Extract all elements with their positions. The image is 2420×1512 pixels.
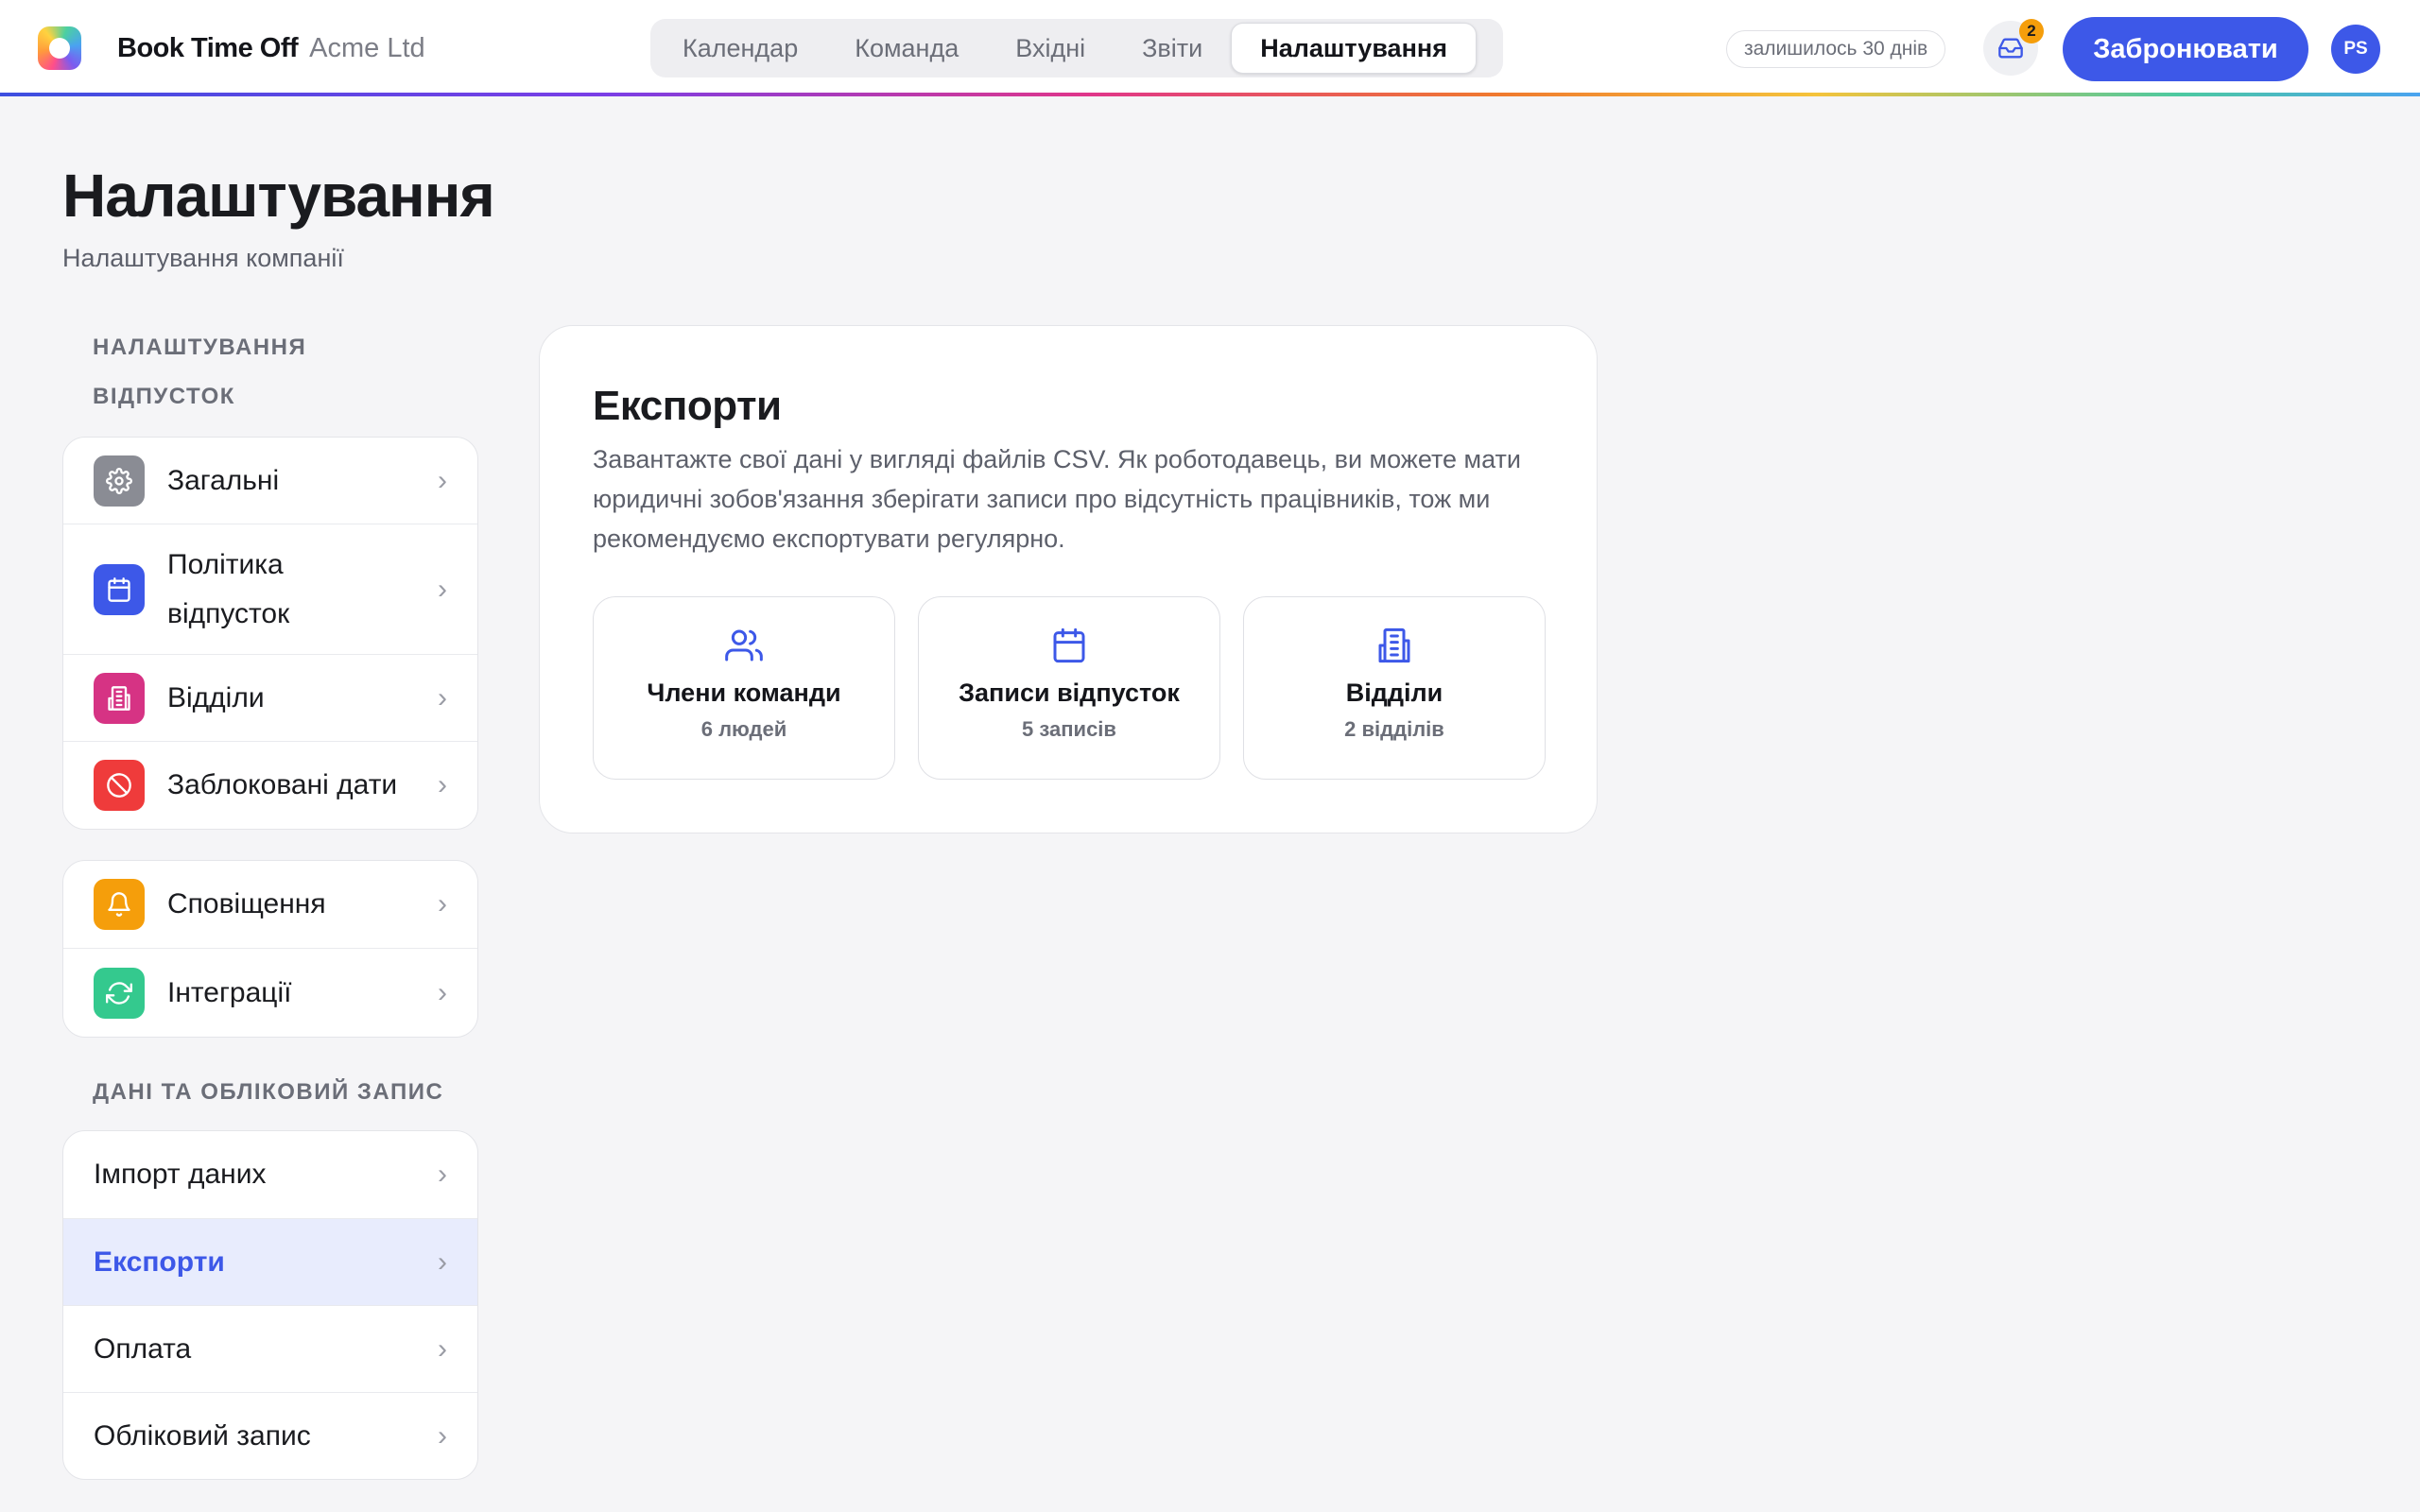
inbox-count-badge: 2 xyxy=(2019,19,2044,43)
sidebar-item-label-line: Політика xyxy=(167,548,284,580)
calendar-icon xyxy=(1050,626,1088,665)
main-nav: Календар Команда Вхідні Звіти Налаштуван… xyxy=(650,19,1503,77)
export-team-members-card[interactable]: Члени команди 6 людей xyxy=(593,596,895,780)
calendar-icon xyxy=(94,563,145,615)
sidebar-item-general[interactable]: Загальні › xyxy=(63,438,477,524)
building-icon xyxy=(94,672,145,724)
inbox-icon xyxy=(1998,38,2023,59)
bell-icon xyxy=(94,879,145,930)
sidebar-item-label: Імпорт даних xyxy=(94,1159,267,1190)
sidebar-item-import-data[interactable]: Імпорт даних › xyxy=(63,1131,477,1219)
export-card-count: 5 записів xyxy=(1022,717,1116,741)
sidebar-item-integrations[interactable]: Інтеграції › xyxy=(63,949,477,1037)
chevron-right-icon: › xyxy=(438,1332,447,1365)
export-card-title: Відділи xyxy=(1345,679,1443,707)
book-button[interactable]: Забронювати xyxy=(2063,17,2308,81)
sidebar-item-label: Обліковий запис xyxy=(94,1419,311,1452)
export-leave-records-card[interactable]: Записи відпусток 5 записів xyxy=(918,596,1220,780)
sidebar-item-label: Інтеграції xyxy=(167,976,292,1008)
sync-icon xyxy=(94,967,145,1019)
chevron-right-icon: › xyxy=(438,976,447,1008)
exports-panel: Експорти Завантажте свої дані у вигляді … xyxy=(539,325,1598,833)
sidebar-item-account[interactable]: Обліковий запис › xyxy=(63,1393,477,1479)
sidebar-item-exports[interactable]: Експорти › xyxy=(63,1219,477,1306)
tab-inbox[interactable]: Вхідні xyxy=(987,23,1114,74)
leave-settings-section-label: НАЛАШТУВАННЯ ВІДПУСТОК xyxy=(93,323,306,421)
tab-reports[interactable]: Звіти xyxy=(1114,23,1231,74)
sidebar-item-label: Загальні xyxy=(167,464,280,496)
page-title: Налаштування xyxy=(62,162,495,230)
sidebar-item-label: Відділи xyxy=(167,681,265,713)
chevron-right-icon: › xyxy=(438,1419,447,1452)
export-departments-card[interactable]: Відділи 2 відділів xyxy=(1243,596,1546,780)
chevron-right-icon: › xyxy=(438,464,447,496)
sidebar-item-notifications[interactable]: Сповіщення › xyxy=(63,861,477,949)
data-account-menu: Імпорт даних › Експорти › Оплата › Облік… xyxy=(62,1130,478,1480)
data-account-section-label: ДАНІ ТА ОБЛІКОВИЙ ЗАПИС xyxy=(93,1079,444,1105)
app-name: Book Time Off xyxy=(117,32,299,63)
chevron-right-icon: › xyxy=(438,1159,447,1190)
sidebar-item-billing[interactable]: Оплата › xyxy=(63,1306,477,1393)
sidebar-item-departments[interactable]: Відділи › xyxy=(63,655,477,742)
header-gradient-line xyxy=(0,93,2420,96)
sidebar-item-label: Політика відпусток xyxy=(167,541,428,639)
days-left-badge: залишилось 30 днів xyxy=(1726,30,1946,68)
section-label-line: ВІДПУСТОК xyxy=(93,384,235,409)
chevron-right-icon: › xyxy=(438,1246,447,1278)
users-icon xyxy=(725,626,763,665)
avatar[interactable]: PS xyxy=(2331,25,2380,74)
section-title: Експорти xyxy=(593,383,782,429)
chevron-right-icon: › xyxy=(438,681,447,713)
integrations-menu: Сповіщення › Інтеграції › xyxy=(62,860,478,1038)
gear-icon xyxy=(94,455,145,507)
section-label-line: НАЛАШТУВАННЯ xyxy=(93,335,307,360)
chevron-right-icon: › xyxy=(438,573,447,605)
chevron-right-icon: › xyxy=(438,769,447,800)
leave-settings-menu: Загальні › Політика відпусток › Відділи … xyxy=(62,437,478,830)
page-subtitle: Налаштування компанії xyxy=(62,244,344,272)
sidebar-item-leave-policy[interactable]: Політика відпусток › xyxy=(63,524,477,655)
sidebar-item-label-line: відпусток xyxy=(167,597,290,629)
sidebar-item-blocked-dates[interactable]: Заблоковані дати › xyxy=(63,742,477,829)
export-card-count: 6 людей xyxy=(700,717,787,741)
sidebar-item-label: Експорти xyxy=(94,1246,225,1278)
top-bar: Book Time Off Acme Ltd Календар Команда … xyxy=(0,0,2420,96)
sidebar-item-label: Сповіщення xyxy=(167,888,326,919)
export-card-title: Записи відпусток xyxy=(959,679,1180,707)
chevron-right-icon: › xyxy=(438,888,447,919)
section-description: Завантажте свої дані у вигляді файлів CS… xyxy=(593,445,1521,553)
building-icon xyxy=(1375,626,1413,665)
sidebar-item-label: Заблоковані дати xyxy=(167,769,398,800)
sidebar-item-label: Оплата xyxy=(94,1332,192,1365)
brand[interactable]: Book Time Off Acme Ltd xyxy=(38,25,425,72)
blocked-icon xyxy=(94,760,145,811)
tab-calendar[interactable]: Календар xyxy=(654,23,826,74)
export-card-title: Члени команди xyxy=(647,679,841,707)
company-name: Acme Ltd xyxy=(309,32,425,63)
tab-team[interactable]: Команда xyxy=(826,23,987,74)
app-logo-icon xyxy=(38,26,81,70)
tab-settings[interactable]: Налаштування xyxy=(1231,23,1477,74)
export-card-count: 2 відділів xyxy=(1344,717,1444,741)
